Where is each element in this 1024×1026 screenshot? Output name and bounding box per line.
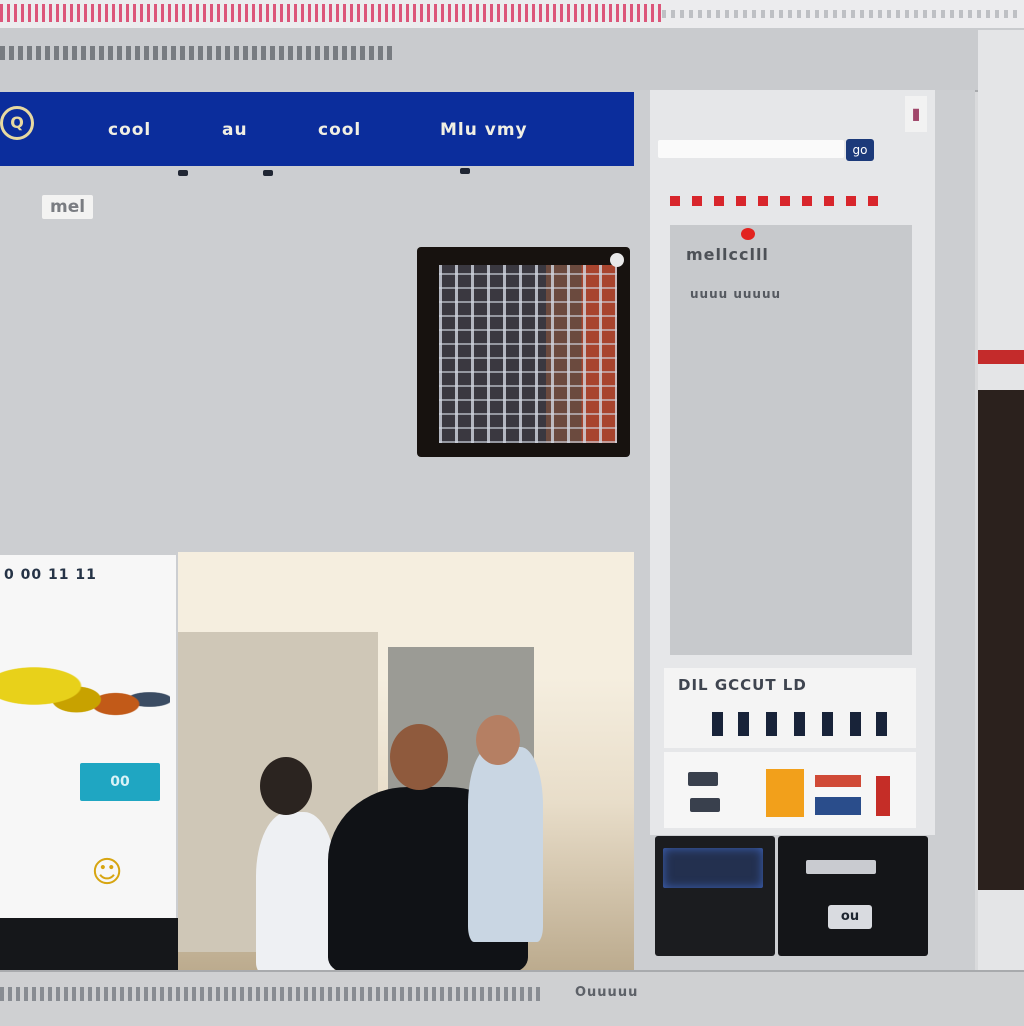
person-head [260,757,312,815]
widget-icon[interactable] [688,772,718,786]
side-strip-red [978,350,1024,364]
orange-tile[interactable] [766,769,804,817]
footer-marks [0,987,540,1001]
header-item-4[interactable]: Mlu vmy [440,120,528,140]
logo-circle-icon[interactable]: Q [0,106,34,140]
person-white-shirt [256,812,336,970]
search-input[interactable] [658,140,844,158]
header-bar: Q cool au cool Mlu vmy [0,92,634,166]
top-strip-marks [0,4,662,22]
paint-splash-image [0,650,170,740]
header-item-3[interactable]: cool [318,120,361,140]
widget-icon[interactable] [690,798,720,812]
building-photo[interactable] [417,247,630,457]
cyan-button[interactable]: 00 [80,763,160,801]
footer-status: Ouuuuu [575,985,639,1000]
header-dot [263,170,273,176]
search-button[interactable]: go [846,139,874,161]
side-strip-dark [978,390,1024,890]
stat-bar [738,712,749,736]
stat-bar [822,712,833,736]
section-label: mel [42,195,94,219]
stats-label: DIL GCCUT LD [678,676,807,694]
people-photo[interactable] [178,552,634,970]
header-dot [460,168,470,174]
multicolor-tile[interactable] [815,775,861,815]
stat-bar [712,712,723,736]
panel-corner-icon[interactable]: ▮ [905,96,927,132]
stat-bar [794,712,805,736]
alert-dot [741,228,755,240]
top-strip [0,0,1024,29]
stat-bar [766,712,777,736]
device-unit-right [778,836,928,956]
device-dial[interactable]: ou [828,905,872,929]
person-standing [468,747,543,942]
alert-strip [670,196,882,206]
left-card-base [0,918,183,970]
photo-corner-icon[interactable] [610,253,624,267]
header-dot [178,170,188,176]
stat-bar [876,712,887,736]
person-head [390,724,448,790]
device-screen [663,848,763,888]
header-item-1[interactable]: cool [108,120,151,140]
red-tile[interactable] [876,776,890,816]
toolbar-marks [0,46,392,60]
toolbar [0,28,1024,92]
stat-bar [850,712,861,736]
building-facade [439,265,617,443]
panel-subtitle: uuuu uuuuu [690,287,782,301]
device-label [806,860,876,874]
person-head [476,715,520,765]
top-strip-marks-right [662,10,1022,18]
left-card-label: 0 00 11 11 [4,567,97,583]
emoji-icon[interactable]: ☺ [83,855,131,895]
panel-title: mellcclll [686,245,769,264]
header-item-2[interactable]: au [222,120,248,140]
